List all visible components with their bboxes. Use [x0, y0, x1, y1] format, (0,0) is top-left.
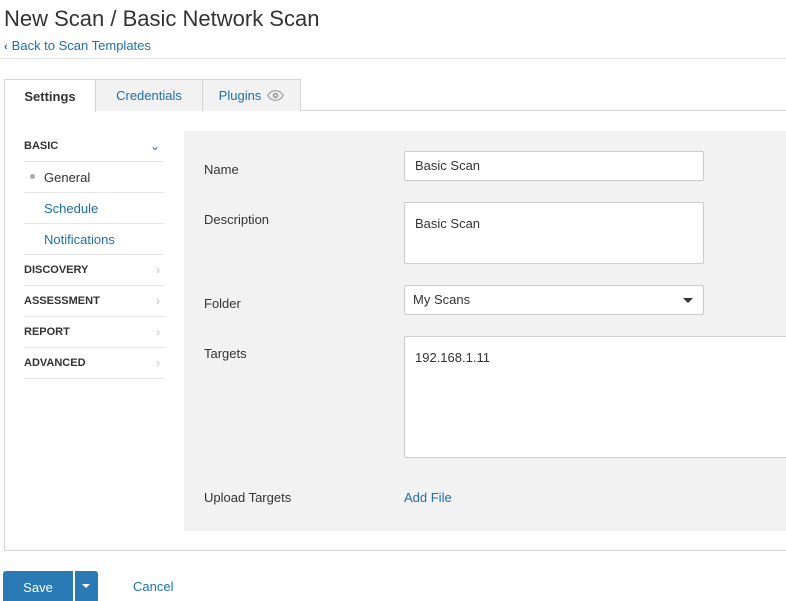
caret-down-icon [683, 298, 693, 303]
save-button-label: Save [23, 579, 53, 595]
sidebar-item-general[interactable]: General [24, 162, 164, 193]
description-label: Description [204, 212, 270, 227]
cancel-link[interactable]: Cancel [133, 579, 173, 594]
sidebar-item-notifications[interactable]: Notifications [24, 224, 164, 255]
save-options-button[interactable] [75, 571, 98, 601]
save-button-group: Save [3, 571, 98, 601]
tab-settings[interactable]: Settings [4, 79, 96, 112]
sidebar-section-label: REPORT [24, 326, 70, 338]
folder-selected-value: My Scans [413, 292, 471, 307]
name-label: Name [204, 162, 239, 177]
form-area [184, 131, 786, 531]
sidebar-section-label: DISCOVERY [24, 264, 89, 276]
tab-plugins[interactable]: Plugins [202, 79, 301, 111]
add-file-link[interactable]: Add File [404, 490, 452, 505]
sidebar-section-label: BASIC [24, 140, 59, 152]
chevron-left-icon: ‹ [4, 41, 8, 53]
folder-label: Folder [204, 296, 241, 311]
save-button[interactable]: Save [3, 571, 73, 601]
sidebar-section-basic[interactable]: BASIC ⌄ [24, 131, 164, 162]
active-dot-icon [30, 174, 35, 179]
sidebar-section-report[interactable]: REPORT › [24, 317, 164, 348]
chevron-right-icon: › [156, 325, 160, 339]
chevron-down-icon: ⌄ [149, 139, 160, 153]
tab-credentials-label: Credentials [116, 88, 182, 103]
description-field[interactable]: Basic Scan [404, 202, 704, 264]
sidebar-item-label: Schedule [44, 200, 99, 216]
sidebar-section-advanced[interactable]: ADVANCED › [24, 348, 164, 379]
eye-icon [267, 90, 285, 101]
upload-targets-label: Upload Targets [204, 490, 292, 505]
chevron-right-icon: › [156, 294, 160, 308]
name-field[interactable]: Basic Scan [404, 151, 704, 181]
tab-credentials[interactable]: Credentials [95, 79, 203, 111]
sidebar-item-schedule[interactable]: Schedule [24, 193, 164, 224]
back-link-label: Back to Scan Templates [11, 38, 151, 53]
caret-down-icon [82, 584, 90, 588]
tab-settings-label: Settings [24, 88, 76, 104]
sidebar-section-label: ADVANCED [24, 357, 86, 369]
tab-plugins-label: Plugins [218, 88, 262, 103]
sidebar-item-label: General [44, 169, 91, 185]
folder-select[interactable]: My Scans [404, 285, 704, 315]
header-divider [0, 58, 786, 59]
chevron-right-icon: › [156, 263, 160, 277]
sidebar-section-label: ASSESSMENT [24, 295, 100, 307]
chevron-right-icon: › [156, 356, 160, 370]
sidebar-section-assessment[interactable]: ASSESSMENT › [24, 286, 164, 317]
back-to-templates-link[interactable]: ‹ Back to Scan Templates [4, 38, 151, 53]
sidebar-section-discovery[interactable]: DISCOVERY › [24, 255, 164, 286]
targets-field[interactable]: 192.168.1.11 [404, 336, 786, 458]
page-title: New Scan / Basic Network Scan [4, 6, 320, 31]
targets-label: Targets [204, 346, 247, 361]
sidebar-item-label: Notifications [44, 231, 115, 247]
